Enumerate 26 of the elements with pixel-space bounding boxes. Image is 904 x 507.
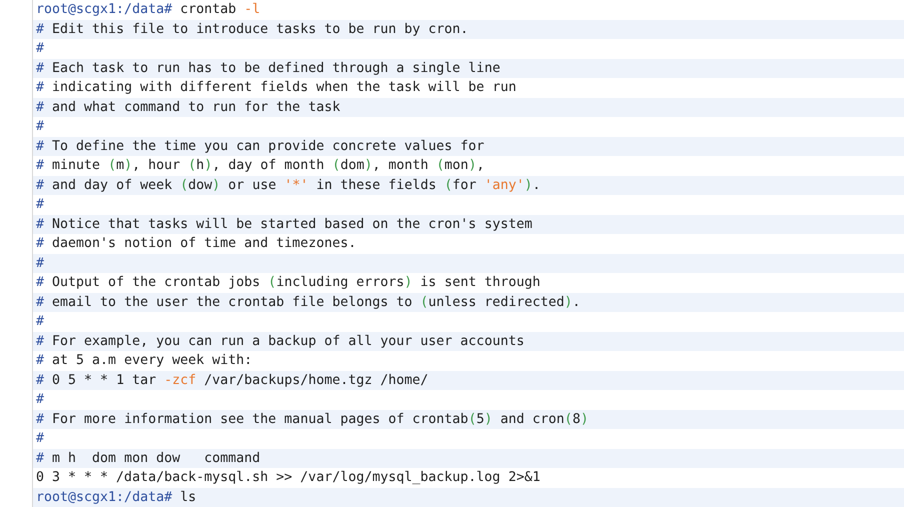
terminal-line: 0 3 * * * /data/back-mysql.sh >> /var/log/mysql_backup.log 2>&1	[36, 469, 540, 487]
terminal-line: # 0 5 * * 1 tar -zcf /var/backups/home.tgz /home/	[36, 372, 428, 390]
terminal-line: # daemon's notion of time and timezones.	[36, 235, 356, 253]
terminal-line: # at 5 a.m every week with:	[36, 352, 252, 370]
terminal-line: # and day of week (dow) or use '*' in these fields (for 'any').	[36, 176, 540, 194]
terminal-line: #	[36, 196, 44, 214]
terminal-line: # Notice that tasks will be started based on the cron's system	[36, 216, 532, 234]
terminal-line: # email to the user the crontab file belongs to (unless redirected).	[36, 294, 580, 312]
terminal-line: # minute (m), hour (h), day of month (dom), month (mon),	[36, 157, 484, 175]
terminal-line: #	[36, 40, 44, 58]
terminal-line: # For more information see the manual pages of crontab(5) and cron(8)	[36, 410, 588, 428]
terminal-line: # indicating with different fields when the task will be run	[36, 79, 516, 97]
terminal-line: #	[36, 391, 44, 409]
terminal-line: # To define the time you can provide concrete values for	[36, 138, 484, 156]
terminal-line: # m h dom mon dow command	[36, 450, 260, 468]
terminal-line: #	[36, 254, 44, 272]
terminal-line: root@scgx1:/data# ls	[36, 488, 196, 506]
terminal-line: #	[36, 430, 44, 448]
terminal-line: #	[36, 118, 44, 136]
terminal-line: # For example, you can run a backup of all your user accounts	[36, 332, 524, 350]
terminal-line: root@scgx1:/data# crontab -l	[36, 1, 260, 19]
terminal-line: #	[36, 313, 44, 331]
terminal-line: # Each task to run has to be defined through a single line	[36, 60, 500, 78]
terminal-line: # Edit this file to introduce tasks to be run by cron.	[36, 20, 468, 38]
terminal-line: # and what command to run for the task	[36, 98, 340, 116]
terminal-line: # Output of the crontab jobs (including errors) is sent through	[36, 274, 540, 292]
